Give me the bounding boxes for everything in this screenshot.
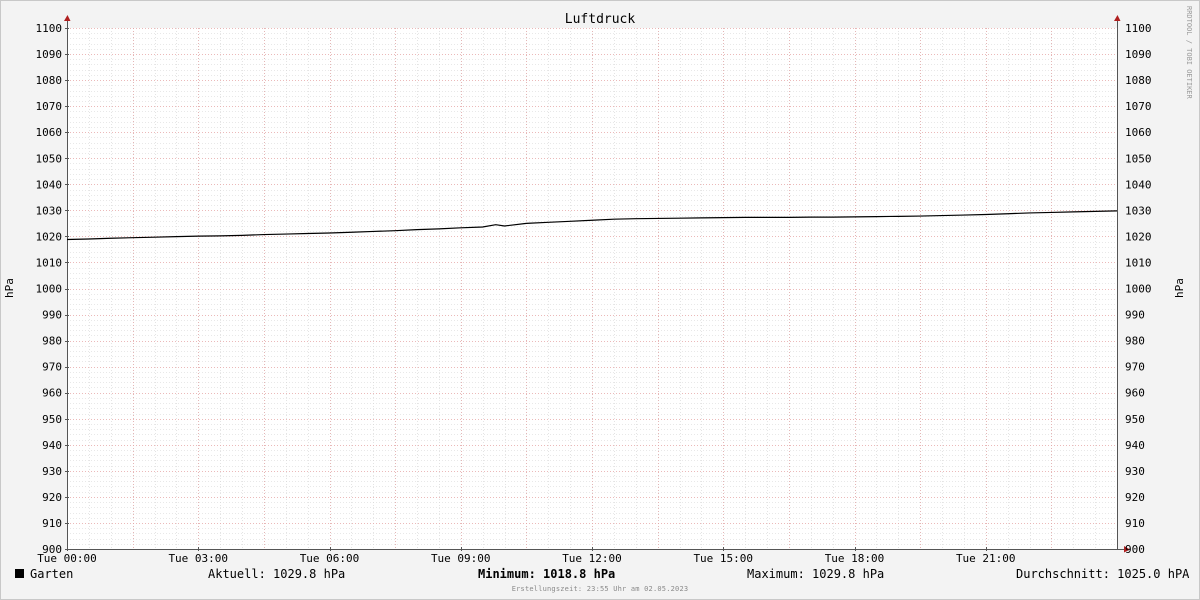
legend-maximum: Maximum: 1029.8 hPa <box>747 567 885 581</box>
y-tick-label-left: 1040 <box>36 178 63 191</box>
y-tick-label-left: 1090 <box>36 48 63 61</box>
x-tick-label: Tue 21:00 <box>956 552 1016 565</box>
legend: Garten Aktuell: 1029.8 hPa Minimum: 1018… <box>0 567 1200 585</box>
y-tick-label-left: 950 <box>42 413 62 426</box>
y-tick-label-left: 1070 <box>36 100 63 113</box>
y-tick-label-left: 1100 <box>36 22 63 35</box>
y-tick-label-right: 1010 <box>1125 256 1152 269</box>
y-tick-label-right: 930 <box>1125 465 1145 478</box>
y-tick-label-left: 1060 <box>36 126 63 139</box>
legend-series-name: Garten <box>30 567 74 581</box>
luftdruck-chart: 900 900910 910920 920930 930940 940950 950960 9… <box>3 6 1193 565</box>
y-tick-label-right: 900 <box>1125 543 1145 556</box>
y-tick-label-right: 990 <box>1125 309 1145 322</box>
y-tick-label-right: 950 <box>1125 413 1145 426</box>
y-tick-label-left: 920 <box>42 491 62 504</box>
x-tick-label: Tue 09:00 <box>431 552 491 565</box>
y-tick-label-left: 910 <box>42 517 62 530</box>
y-tick-label-right: 1000 <box>1125 283 1152 296</box>
legend-current: Aktuell: 1029.8 hPa <box>208 567 346 581</box>
y-tick-label-right: 920 <box>1125 491 1145 504</box>
y-tick-label-right: 1100 <box>1125 22 1152 35</box>
y-axis-arrow-left <box>64 15 71 21</box>
x-tick-label: Tue 12:00 <box>562 552 622 565</box>
y-tick-label-right: 1030 <box>1125 204 1152 217</box>
y-tick-label-right: 1060 <box>1125 126 1152 139</box>
chart-title: Luftdruck <box>565 12 636 27</box>
legend-minimum: Minimum: 1018.8 hPa <box>478 567 615 581</box>
y-tick-label-left: 1080 <box>36 74 63 87</box>
y-tick-label-right: 970 <box>1125 361 1145 374</box>
legend-minimum-value: 1018.8 hPa <box>543 567 616 581</box>
y-tick-label-left: 960 <box>42 387 62 400</box>
y-tick-label-right: 1080 <box>1125 74 1152 87</box>
y-axis-label-right: hPa <box>1173 278 1186 298</box>
y-tick-label-right: 940 <box>1125 439 1145 452</box>
y-axis-arrow-right <box>1114 15 1121 21</box>
y-tick-label-left: 930 <box>42 465 62 478</box>
legend-minimum-label: Minimum: <box>478 567 536 581</box>
y-tick-label-right: 910 <box>1125 517 1145 530</box>
footer-timestamp: Erstellungszeit: 23:55 Uhr am 02.05.2023 <box>511 585 689 593</box>
y-tick-label-left: 1030 <box>36 204 63 217</box>
legend-item-garten: Garten <box>15 567 73 581</box>
side-credit: RRDTOOL / TOBI OETIKER <box>1185 6 1193 100</box>
y-tick-label-right: 960 <box>1125 387 1145 400</box>
x-tick-label: Tue 15:00 <box>693 552 753 565</box>
y-tick-label-right: 1090 <box>1125 48 1152 61</box>
x-tick-labels: Tue 00:00 Tue 03:00 Tue 06:00 Tue 09:00 Tue … <box>37 552 1015 565</box>
legend-average: Durchschnitt: 1025.0 hPA <box>1016 567 1190 581</box>
x-tick-label: Tue 03:00 <box>168 552 228 565</box>
y-tick-label-left: 990 <box>42 309 62 322</box>
y-tick-label-left: 980 <box>42 335 62 348</box>
y-tick-label-left: 970 <box>42 361 62 374</box>
y-tick-label-right: 980 <box>1125 335 1145 348</box>
y-tick-label-right: 1070 <box>1125 100 1152 113</box>
x-tick-label: Tue 18:00 <box>825 552 885 565</box>
y-axis-label-left: hPa <box>3 278 16 298</box>
y-tick-label-right: 1050 <box>1125 152 1152 165</box>
y-tick-label-left: 1000 <box>36 283 63 296</box>
x-tick-label: Tue 00:00 <box>37 552 97 565</box>
y-tick-label-left: 1020 <box>36 230 63 243</box>
y-tick-label-right: 1020 <box>1125 230 1152 243</box>
y-tick-label-right: 1040 <box>1125 178 1152 191</box>
legend-swatch <box>15 569 24 578</box>
x-tick-label: Tue 06:00 <box>300 552 360 565</box>
y-tick-label-left: 1050 <box>36 152 63 165</box>
y-tick-label-left: 1010 <box>36 256 63 269</box>
y-tick-label-left: 940 <box>42 439 62 452</box>
